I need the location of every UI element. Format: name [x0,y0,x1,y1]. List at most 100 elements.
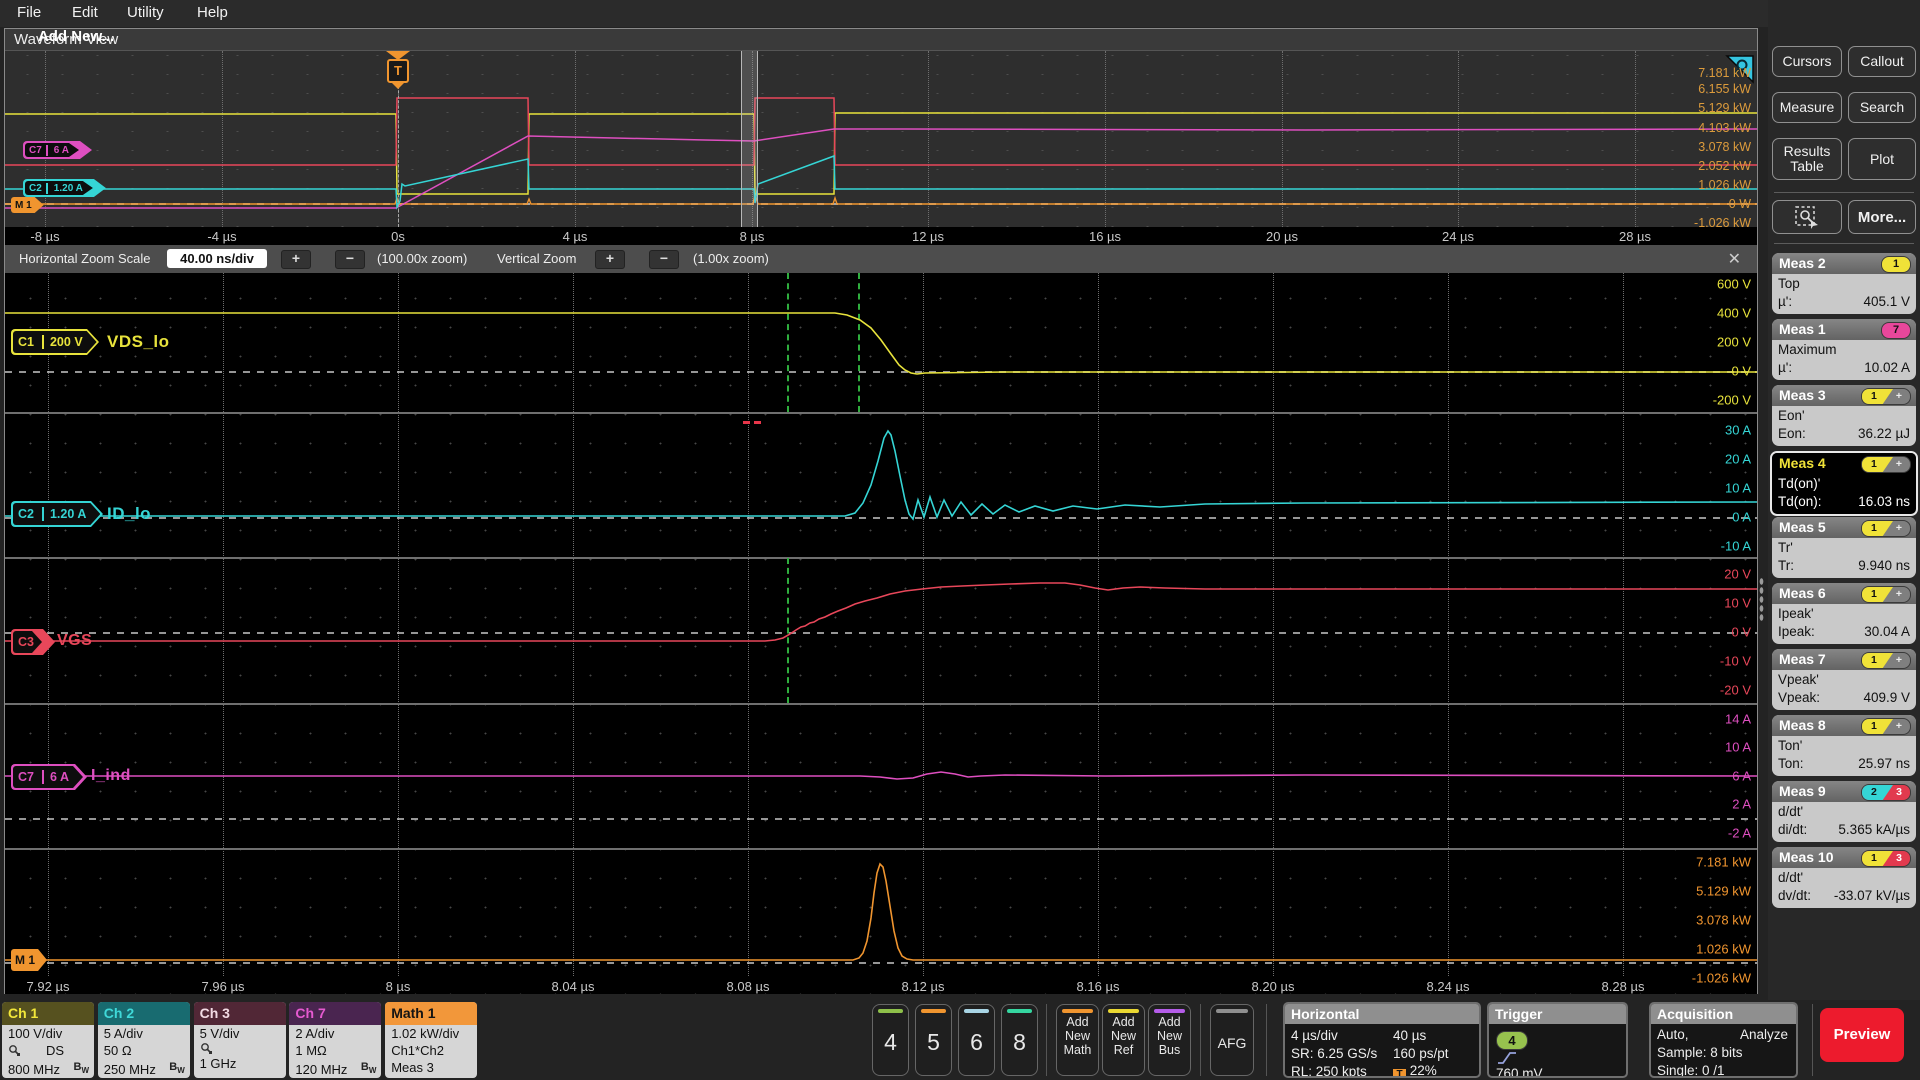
button-line: Math [1057,1043,1098,1057]
meas-card-title-bar: Meas 61+ [1772,583,1916,604]
overview-time-label: -4 µs [207,229,236,244]
display-channel-button-6[interactable]: 6 [958,1004,995,1076]
meas-card-title-bar: Meas 41+ [1772,453,1916,474]
channel-badge-ch1[interactable]: Ch 1100 V/divDS800 MHzBW [2,1002,94,1078]
meas-label: µ': [1778,359,1792,377]
add-new-math-button[interactable]: AddNewMath [1056,1004,1099,1076]
meas-value-row: di/dt:5.365 kA/µs [1778,821,1910,839]
channel-row2: 1 MΩ [289,1042,381,1059]
divider [1266,1004,1267,1076]
v-zoom-minus-button[interactable]: − [649,250,679,269]
h-zoom-scale-input[interactable]: 40.00 ns/div [167,249,267,268]
waveform-view-title: Waveform View [5,29,1757,51]
meas-card-title-bar: Meas 51+ [1772,517,1916,538]
meas-card-title: Meas 3 [1779,387,1826,403]
main-traces [5,273,1757,976]
add-new-ref-button[interactable]: AddNewRef [1102,1004,1145,1076]
overview-channel-badge-m1[interactable]: M 1 [11,197,44,213]
overview-axis-label: 2.052 kW [1698,159,1751,173]
panel-drag-handle[interactable] [1759,577,1764,623]
meas-card-meas-10[interactable]: Meas 1013d/dt'dv/dt:-33.07 kV/µs [1772,847,1916,908]
overview-time-label: 0s [391,229,405,244]
more-button[interactable]: More... [1848,200,1916,234]
sidebar-button-callout[interactable]: Callout [1848,46,1916,77]
preview-button[interactable]: Preview [1820,1008,1904,1062]
sidebar-button-plot[interactable]: Plot [1848,138,1916,180]
channel-badge-c2[interactable]: C21.20 A [11,501,103,527]
channel-badge-c7[interactable]: C76 A [11,764,87,790]
badge-scale: 6 A [42,770,83,784]
meas-card-body: Ton'Ton:25.97 ns [1772,736,1916,773]
meas-card-meas-1[interactable]: Meas 17Maximumµ':10.02 A [1772,319,1916,380]
overview-channel-badge-c2[interactable]: C21.20 A [23,179,106,197]
meas-card-meas-6[interactable]: Meas 61+Ipeak'Ipeak:30.04 A [1772,583,1916,644]
main-plot[interactable]: 600 V400 V200 V0 V-200 V30 A20 A10 A0 A-… [5,273,1757,994]
sidebar-button-results-table[interactable]: Results Table [1772,138,1842,180]
meas-card-meas-7[interactable]: Meas 71+Vpeak'Vpeak:409.9 V [1772,649,1916,710]
acquisition-panel[interactable]: Acquisition Auto, Analyze Sample: 8 bits… [1649,1002,1798,1078]
trigger-t-icon: T [1393,1069,1406,1078]
channel-badge-c1[interactable]: C1200 V [11,329,99,355]
h-sample-rate: SR: 6.25 GS/s [1291,1046,1377,1061]
main-gridline [923,273,924,976]
h-zoom-minus-button[interactable]: − [335,250,365,269]
menu-item-file[interactable]: File [17,4,41,21]
button-number: 8 [1002,1029,1037,1056]
channel-header: Ch 7 [289,1002,381,1025]
sidebar-button-cursors[interactable]: Cursors [1772,46,1842,77]
overview-axis-label: 6.155 kW [1698,82,1751,96]
meas-card-meas-3[interactable]: Meas 31+Eon'Eon:36.22 µJ [1772,385,1916,446]
meas-card-body: Eon'Eon:36.22 µJ [1772,406,1916,443]
menu-item-utility[interactable]: Utility [127,4,164,21]
zoom-window-indicator[interactable] [741,51,758,227]
zoom-select-button[interactable] [1772,200,1842,234]
channel-badge-ch2[interactable]: Ch 25 A/div50 Ω250 MHzBW [98,1002,190,1078]
sidebar-button-search[interactable]: Search [1848,92,1916,123]
channel-badge-ch7[interactable]: Ch 72 A/div1 MΩ120 MHzBW [289,1002,381,1078]
overview-time-label: 4 µs [563,229,588,244]
v-zoom-plus-button[interactable]: + [595,250,625,269]
acq-mode: Auto, [1657,1027,1689,1042]
axis-tick-label: 0 V [1731,364,1751,379]
button-line: Add [1103,1015,1144,1029]
add-new-bus-button[interactable]: AddNewBus [1148,1004,1191,1076]
axis-tick-label: 10 A [1725,740,1751,755]
display-channel-button-8[interactable]: 8 [1001,1004,1038,1076]
trigger-panel[interactable]: Trigger 4 760 mV [1487,1002,1628,1078]
h-zoom-plus-button[interactable]: + [281,250,311,269]
meas-card-meas-9[interactable]: Meas 923d/dt'di/dt:5.365 kA/µs [1772,781,1916,842]
meas-card-meas-2[interactable]: Meas 21Topµ':405.1 V [1772,253,1916,314]
meas-label: Tr: [1778,557,1794,575]
overview-plot[interactable]: T 7.181 kW6.155 kW5.129 kW4.103 kW3.078 … [5,51,1757,227]
overview-gridline [575,51,576,227]
meas-card-meas-5[interactable]: Meas 51+Tr'Tr:9.940 ns [1772,517,1916,578]
axis-tick-label: 0 V [1731,625,1751,640]
overview-time-label: -8 µs [30,229,59,244]
channel-badge-math1[interactable]: Math 11.02 kW/divCh1*Ch2Meas 3 [385,1002,477,1078]
display-channel-button-4[interactable]: 4 [872,1004,909,1076]
meas-card-meas-8[interactable]: Meas 81+Ton'Ton:25.97 ns [1772,715,1916,776]
channel-badge-ch3[interactable]: Ch 35 V/div1 GHz [194,1002,286,1078]
meas-card-meas-4[interactable]: Meas 41+Td(on)'Td(on):16.03 ns [1770,451,1918,516]
meas-value: 9.940 ns [1858,557,1910,575]
meas-card-badges: 1 [1881,256,1911,271]
overview-gridline [1635,51,1636,227]
close-icon[interactable]: ✕ [1728,249,1741,269]
display-channel-button-5[interactable]: 5 [915,1004,952,1076]
trigger-panel-title: Trigger [1489,1004,1626,1024]
trigger-marker[interactable]: T [386,51,410,93]
main-gridline [1273,273,1274,976]
button-label: AFG [1211,1035,1253,1051]
sidebar-button-measure[interactable]: Measure [1772,92,1842,123]
meas-label: dv/dt: [1778,887,1811,905]
main-gridline [1448,273,1449,976]
overview-channel-badge-c7[interactable]: C76 A [23,141,92,159]
meas-badge-right: 3 [1888,785,1910,800]
menu-item-edit[interactable]: Edit [72,4,98,21]
zoom-select-icon [1794,205,1820,229]
horizontal-panel[interactable]: Horizontal 4 µs/div 40 µs SR: 6.25 GS/s … [1283,1002,1481,1078]
axis-tick-label: -2 A [1728,826,1751,841]
channel-badge-m1[interactable]: M 1 [11,949,47,971]
menu-item-help[interactable]: Help [197,4,228,21]
afg-button[interactable]: AFG [1210,1004,1254,1076]
